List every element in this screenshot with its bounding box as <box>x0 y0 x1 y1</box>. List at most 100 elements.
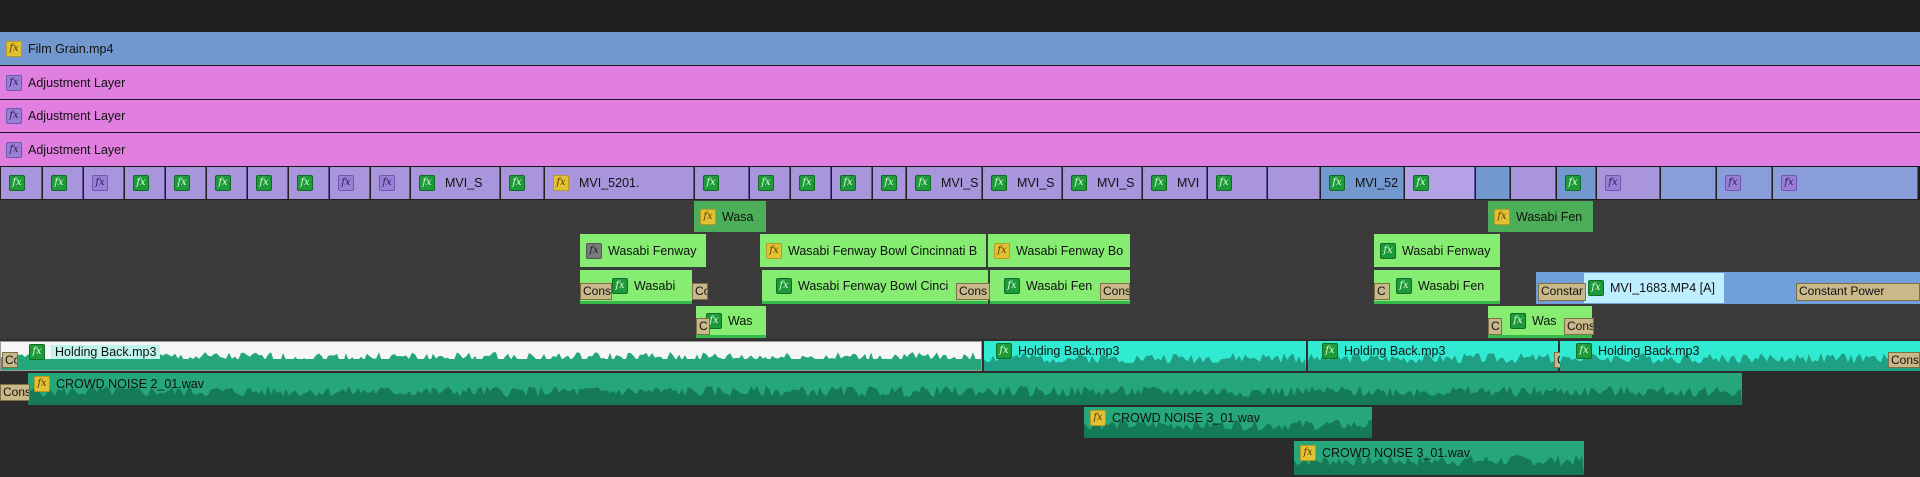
clip-label: MVI_S <box>941 176 979 190</box>
transition-constant-power[interactable]: Cons <box>956 283 990 300</box>
fx-icon: fx <box>799 175 815 191</box>
wasabi-clip[interactable]: fx Wasabi Fenway Bowl Cincinnati B <box>760 234 986 267</box>
audio-clip-holding-back[interactable]: fx Holding Back.mp3 <box>1308 341 1558 371</box>
transition-constant-power[interactable]: C <box>1488 318 1502 335</box>
fx-icon: fx <box>553 175 569 191</box>
video-clip[interactable] <box>1268 167 1320 199</box>
video-clip[interactable] <box>1511 167 1556 199</box>
video-clip[interactable]: fx <box>1557 167 1596 199</box>
transition-constant-power[interactable]: Cons <box>0 384 30 401</box>
adjustment-layer-clip[interactable]: fx Adjustment Layer <box>0 100 1920 132</box>
fx-icon: fx <box>419 175 435 191</box>
fx-icon: fx <box>1329 175 1345 191</box>
clip-label: MVI <box>1177 176 1200 190</box>
video-clip[interactable]: fx MVI_S <box>411 167 500 199</box>
transition-constant-power[interactable]: Cons <box>1888 352 1920 368</box>
transition-constant-power[interactable]: Co <box>692 283 708 300</box>
video-clip[interactable]: fx <box>832 167 872 199</box>
video-clip[interactable]: fx <box>289 167 329 199</box>
clip-label: Holding Back.mp3 <box>1344 344 1446 358</box>
fx-icon: fx <box>1413 175 1429 191</box>
video-clip[interactable]: fx MVI_5201. <box>545 167 694 199</box>
fx-icon: fx <box>915 175 931 191</box>
transition-constant-power[interactable]: Constant Power <box>1796 283 1920 301</box>
transition-constant-power[interactable]: Cons <box>580 283 612 300</box>
clip-label: MVI_S <box>1017 176 1055 190</box>
wasabi-clip[interactable]: fx Wasabi Fenway <box>1374 234 1500 267</box>
video-clip[interactable] <box>1476 167 1510 199</box>
fx-icon: fx <box>1565 175 1581 191</box>
video-clip[interactable]: fx <box>371 167 410 199</box>
audio-track-row-a4 <box>0 439 1920 477</box>
video-clip[interactable]: fx <box>695 167 749 199</box>
fx-icon: fx <box>703 175 719 191</box>
video-clip[interactable]: fx MVI_S <box>907 167 982 199</box>
timeline-top-ruler <box>0 0 1920 32</box>
fx-icon: fx <box>1151 175 1167 191</box>
clip-label: CROWD NOISE 3_01.wav <box>1112 411 1260 425</box>
video-clip[interactable]: fx <box>84 167 124 199</box>
wasabi-clip[interactable]: fx Wasa <box>694 201 766 232</box>
adjustment-layer-clip[interactable]: fx Adjustment Layer <box>0 133 1920 166</box>
adjustment-layer-clip[interactable]: fx Adjustment Layer <box>0 66 1920 99</box>
video-clip[interactable]: fx <box>1405 167 1475 199</box>
video-clip[interactable]: fx <box>1597 167 1660 199</box>
fx-icon: fx <box>9 175 25 191</box>
wasabi-clip[interactable]: fx Wasabi Fenway Bo <box>988 234 1130 267</box>
fx-icon: fx <box>840 175 856 191</box>
video-clip[interactable]: fx <box>791 167 831 199</box>
video-clip[interactable]: fx MVI_S <box>983 167 1062 199</box>
transition-constant-power[interactable]: C <box>696 318 710 335</box>
audio-clip-crowd-noise[interactable]: fx CROWD NOISE 2_01.wav <box>28 373 1742 405</box>
audio-clip-holding-back[interactable]: fx Holding Back.mp3 <box>1560 341 1920 371</box>
video-clip[interactable]: fx <box>1 167 42 199</box>
video-clip[interactable]: fx <box>125 167 165 199</box>
video-clip[interactable]: fx MVI <box>1143 167 1207 199</box>
video-clip[interactable]: fx <box>1717 167 1772 199</box>
clip-label: MVI_S <box>445 176 483 190</box>
wasabi-clip[interactable]: fx Wasabi Fen <box>1374 270 1500 304</box>
audio-clip-holding-back[interactable]: fx Holding Back.mp3 <box>0 341 982 371</box>
video-clip[interactable]: fx <box>1208 167 1267 199</box>
fx-icon: fx <box>1216 175 1232 191</box>
transition-constant-power[interactable]: Constar <box>1538 283 1586 301</box>
clip-label: Was <box>1532 313 1557 328</box>
video-clip[interactable]: fx <box>1773 167 1918 199</box>
transition-constant-power[interactable]: Cons <box>1564 318 1594 335</box>
audio-clip-crowd-noise[interactable]: fx CROWD NOISE 3_01.wav <box>1294 441 1584 475</box>
audio-clip-crowd-noise[interactable]: fx CROWD NOISE 3_01.wav <box>1084 407 1372 438</box>
video-clip[interactable]: fx <box>330 167 370 199</box>
video-clip[interactable]: fx <box>207 167 247 199</box>
video-clip[interactable]: fx MVI_52 <box>1321 167 1404 199</box>
clip-label: Wasabi Fen <box>1516 209 1583 224</box>
video-clip[interactable] <box>1661 167 1716 199</box>
video-clip[interactable]: fx MVI_S <box>1063 167 1142 199</box>
clip-label: CROWD NOISE 3_01.wav <box>1322 446 1470 460</box>
mvi-1683-clip[interactable]: fx MVI_1683.MP4 [A] <box>1584 273 1724 303</box>
video-clip[interactable]: fx <box>501 167 544 199</box>
transition-constant-power[interactable]: Co <box>2 352 18 368</box>
audio-clip-holding-back[interactable]: fx Holding Back.mp3 <box>984 341 1306 371</box>
video-clip[interactable]: fx <box>750 167 790 199</box>
film-grain-clip[interactable]: fx Film Grain.mp4 <box>0 32 1920 65</box>
video-clip[interactable]: fx <box>43 167 83 199</box>
video-clip[interactable]: fx <box>248 167 288 199</box>
fx-icon: fx <box>6 40 22 57</box>
wasabi-clip[interactable]: fx Wasabi Fenway <box>580 234 706 267</box>
fx-icon: fx <box>1090 410 1106 426</box>
fx-icon: fx <box>133 175 149 191</box>
wasabi-clip[interactable]: fx Wasabi Fen <box>1488 201 1593 232</box>
fx-icon: fx <box>174 175 190 191</box>
fx-icon: fx <box>51 175 67 191</box>
video-clip[interactable]: fx <box>166 167 206 199</box>
clip-label: Was <box>728 313 753 328</box>
video-track-row-v4 <box>0 200 1920 233</box>
fx-icon: fx <box>758 175 774 191</box>
wasabi-clip[interactable]: fx Wasabi Fenway Bowl Cinci <box>762 270 988 304</box>
fx-icon: fx <box>6 108 22 124</box>
clip-label: Holding Back.mp3 <box>1018 344 1120 358</box>
transition-constant-power[interactable]: Cons <box>1100 283 1130 300</box>
transition-constant-power[interactable]: C <box>1374 283 1390 300</box>
fx-icon: fx <box>1781 175 1797 191</box>
video-clip[interactable]: fx <box>873 167 906 199</box>
